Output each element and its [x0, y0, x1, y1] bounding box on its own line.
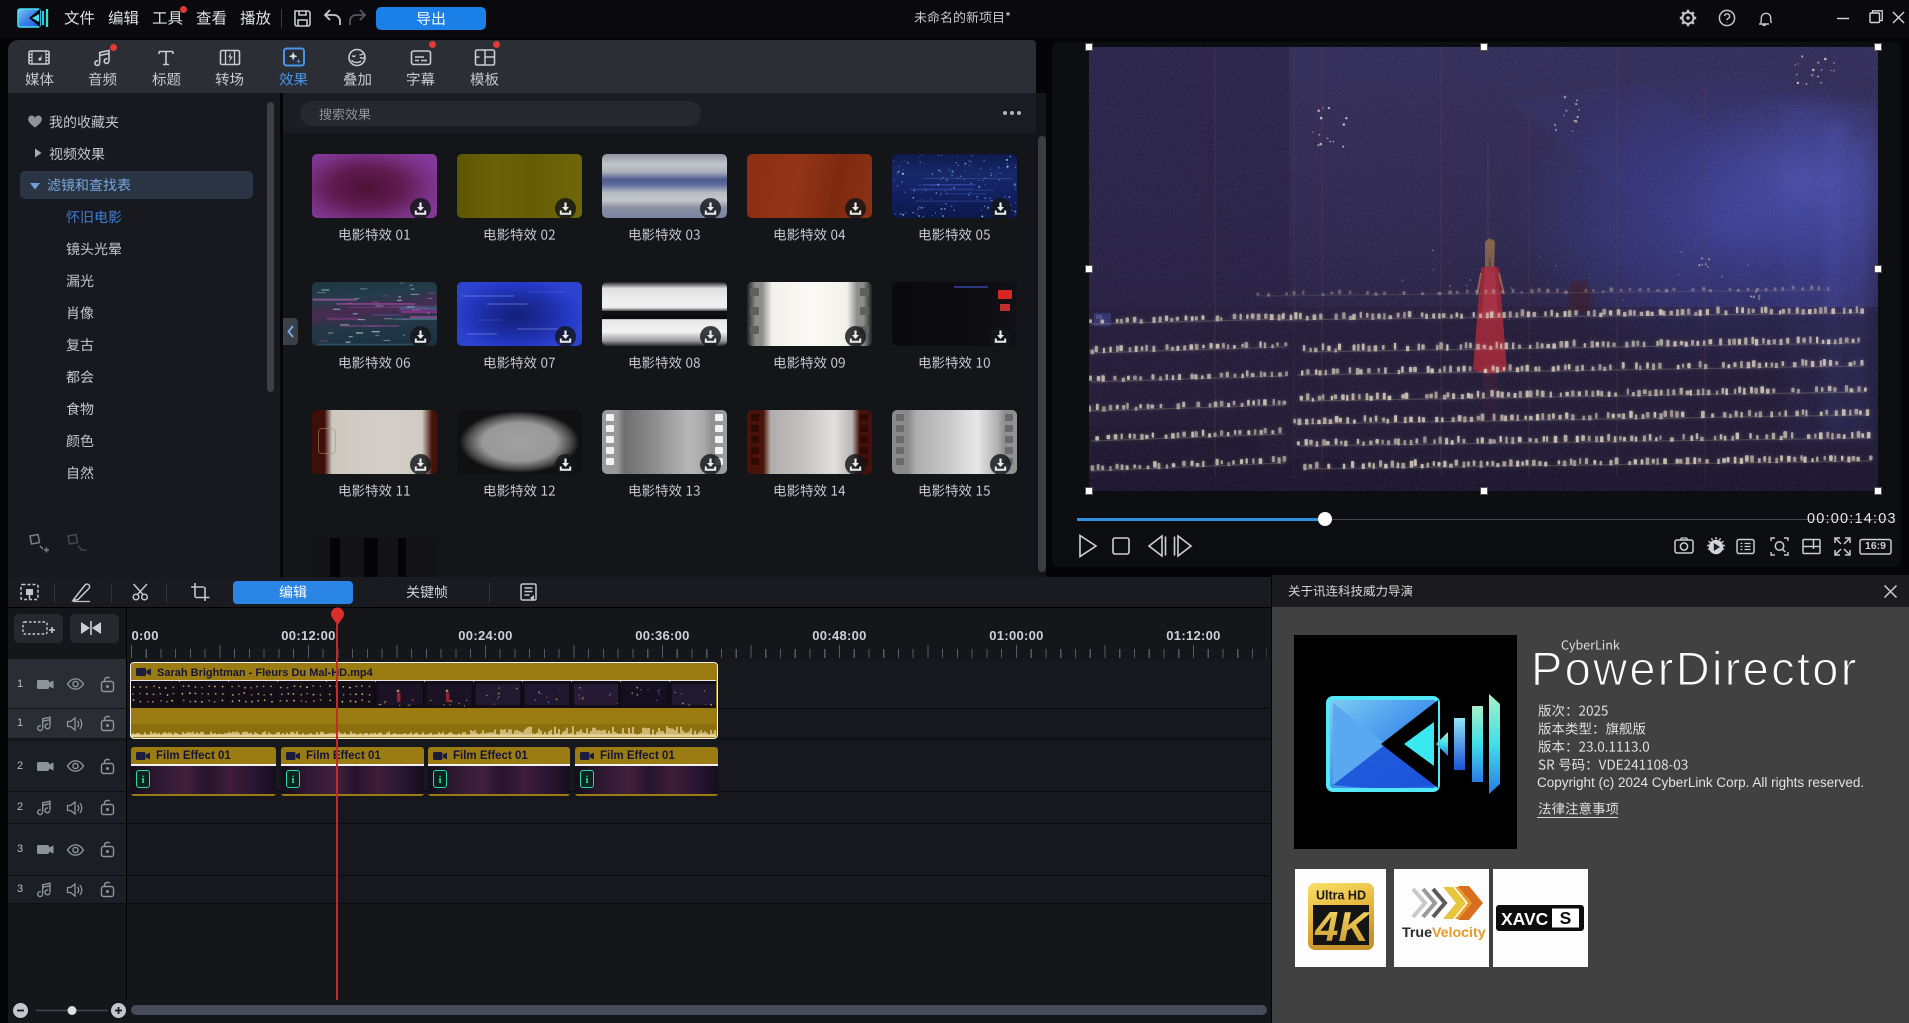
svg-text:S: S	[1560, 908, 1572, 928]
svg-text:4K: 4K	[1314, 903, 1371, 950]
svg-text:Ultra HD: Ultra HD	[1316, 889, 1366, 903]
svg-text:XAVC: XAVC	[1501, 909, 1549, 929]
svg-text:TrueVelocity: TrueVelocity	[1402, 925, 1486, 941]
